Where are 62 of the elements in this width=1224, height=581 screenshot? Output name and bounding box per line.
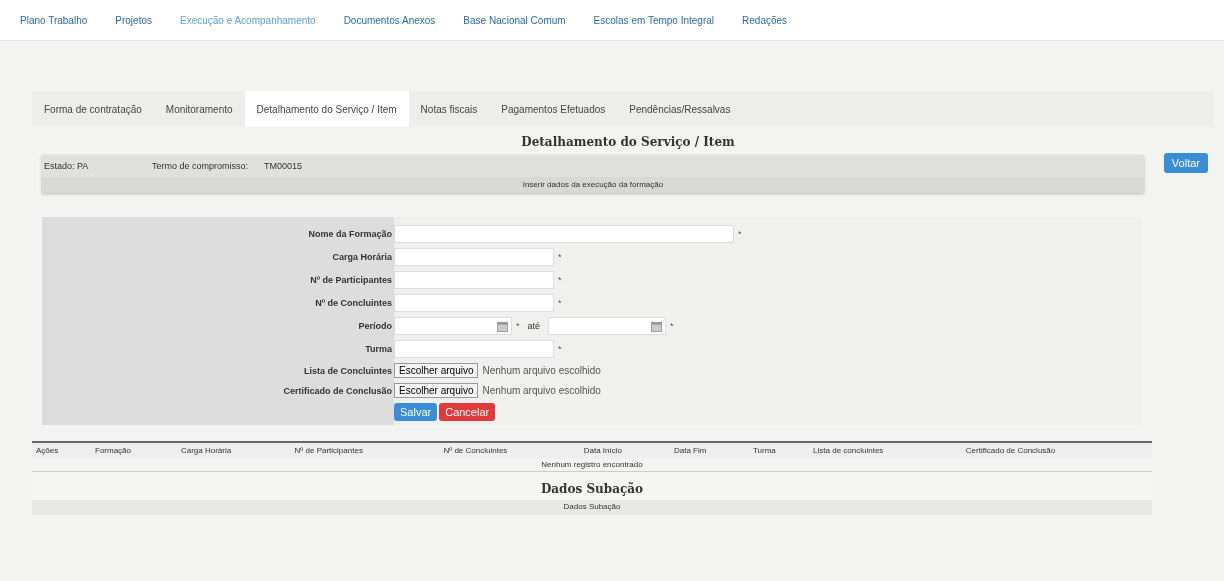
required-mark: *	[558, 298, 562, 308]
field-label: Turma	[364, 343, 393, 356]
field-label: Certificado de Conclusão	[282, 384, 393, 398]
section-title: Dados Subação	[540, 481, 644, 498]
section-subtitle: Dados Subação	[32, 500, 1152, 515]
range-separator: até	[527, 321, 541, 331]
column-header: Data Início	[579, 442, 670, 458]
field-label: Lista de Concluintes	[303, 364, 393, 378]
column-header: Formação	[91, 442, 177, 458]
input-field[interactable]	[394, 271, 554, 289]
term-label: Termo de compromisso:	[152, 161, 250, 171]
input-field[interactable]	[394, 248, 554, 266]
file-status: Nenhum arquivo escolhido	[482, 365, 601, 376]
tab[interactable]: Pendências/Ressalvas	[617, 91, 743, 127]
required-mark: *	[738, 229, 742, 239]
calendar-icon[interactable]	[651, 320, 663, 332]
tab[interactable]: Pagamentos Efetuados	[489, 91, 618, 127]
tab[interactable]: Forma de contratação	[32, 91, 154, 127]
nav-link[interactable]: Redações	[742, 14, 788, 26]
term-value: TM00015	[264, 161, 303, 171]
input-field[interactable]	[394, 225, 734, 243]
nav-link[interactable]: Projetos	[115, 14, 152, 26]
field-label: Período	[357, 320, 393, 333]
nav-link[interactable]: Base Nacional Comum	[463, 14, 566, 26]
column-header: Lista de concluintes	[809, 442, 962, 458]
column-header: Ações	[32, 442, 91, 458]
nav-link[interactable]: Documentos Anexos	[343, 14, 436, 26]
nav-link[interactable]: Escolas em Tempo Integral	[593, 14, 715, 26]
column-header: Data Fim	[670, 442, 749, 458]
state-label: Estado: PA	[44, 161, 90, 171]
choose-file-button[interactable]: Escolher arquivo	[394, 363, 479, 378]
required-mark: *	[670, 321, 674, 331]
tab[interactable]: Notas fiscais	[408, 91, 490, 127]
column-header: Turma	[748, 442, 810, 458]
choose-file-button[interactable]: Escolher arquivo	[394, 383, 479, 398]
input-field[interactable]	[394, 294, 554, 312]
tab[interactable]: Monitoramento	[153, 91, 245, 127]
calendar-icon[interactable]	[497, 320, 508, 332]
cancel-button[interactable]: Cancelar	[439, 403, 496, 421]
column-header: Nº de Concluintes	[439, 442, 580, 458]
field-label: Nº de Concluintes	[314, 297, 393, 310]
file-status: Nenhum arquivo escolhido	[482, 385, 601, 396]
input-field[interactable]	[394, 340, 554, 358]
field-label: Nº de Participantes	[309, 274, 393, 287]
nav-link[interactable]: Plano Trabalho	[20, 14, 88, 26]
field-label: Carga Horária	[331, 251, 393, 264]
save-button[interactable]: Salvar	[394, 403, 438, 421]
field-label: Nome da Formação	[307, 228, 393, 241]
required-mark: *	[558, 344, 562, 354]
date-field[interactable]	[548, 317, 667, 335]
required-mark: *	[516, 321, 520, 331]
section-title: Detalhamento do Serviço / Item	[520, 134, 736, 151]
required-mark: *	[558, 252, 562, 262]
required-mark: *	[558, 275, 562, 285]
empty-message: Nenhum registro encontrado	[32, 458, 1152, 472]
info-subtitle: Inserir dados da execução da formação	[42, 177, 1144, 193]
date-field[interactable]	[394, 317, 512, 335]
column-header: Carga Horária	[176, 442, 291, 458]
back-button[interactable]: Voltar	[1163, 153, 1208, 173]
column-header: Certificado de Conclusão	[961, 442, 1152, 458]
tab[interactable]: Detalhamento do Serviço / Item	[244, 91, 409, 127]
column-header: Nº de Participantes	[290, 442, 440, 458]
